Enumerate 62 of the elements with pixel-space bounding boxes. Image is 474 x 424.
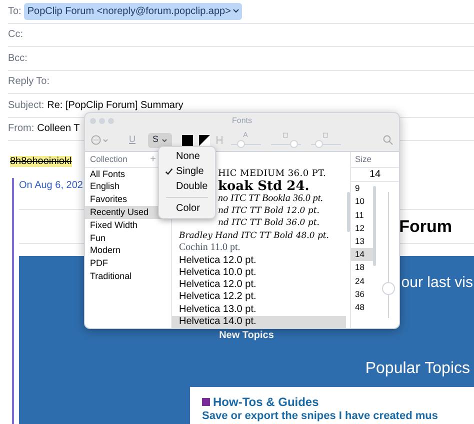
header-value: Re: [PopClip Forum] Summary xyxy=(47,98,184,113)
column-header: Size xyxy=(355,153,372,166)
shadow-icon[interactable] xyxy=(216,136,223,144)
size-item[interactable]: 36 xyxy=(351,288,373,301)
size-item[interactable]: 24 xyxy=(351,274,373,288)
section-heading: New Topics xyxy=(219,328,274,342)
toolbar-slider[interactable] xyxy=(310,140,341,148)
menu-item[interactable]: Single xyxy=(159,164,215,179)
checkmark-icon xyxy=(165,168,173,175)
size-item[interactable]: 13 xyxy=(351,234,373,248)
toolbar-slider[interactable] xyxy=(230,140,261,148)
font-list-item[interactable]: Helvetica 14.0 pt. xyxy=(172,316,346,328)
caret-icon xyxy=(162,138,167,142)
header-label: Subject: xyxy=(8,98,44,113)
category-title: How-Tos & Guides xyxy=(213,394,319,410)
header-label: Bcc: xyxy=(8,52,28,66)
recipient-token[interactable]: PopClip Forum <noreply@forum.popclip.app> xyxy=(24,2,242,20)
search-icon[interactable] xyxy=(383,135,393,145)
font-list-item[interactable]: Bradley Hand ITC TT Bold 48.0 pt. xyxy=(172,230,346,242)
collection-item[interactable]: Traditional xyxy=(85,270,171,284)
font-list-item[interactable]: Cochin 11.0 pt. xyxy=(172,242,346,254)
forum-title: Forum xyxy=(399,216,452,238)
column-header: Collection xyxy=(90,153,128,166)
font-list-item[interactable]: Helvetica 10.0 pt. xyxy=(172,266,346,279)
font-list-item[interactable]: Helvetica 12.0 pt. xyxy=(172,254,346,267)
size-item[interactable]: 10 xyxy=(351,195,373,208)
topic-link[interactable]: Save or export the snipes I have created mus xyxy=(202,410,474,422)
size-item[interactable]: 11 xyxy=(351,208,373,222)
header-value: Colleen T xyxy=(37,122,80,136)
size-item[interactable]: 12 xyxy=(351,222,373,235)
menu-item[interactable]: Double xyxy=(159,179,215,194)
header-label: From: xyxy=(8,122,34,136)
document-color-swatch[interactable] xyxy=(198,134,210,146)
font-list-item[interactable]: Helvetica 12.0 pt. xyxy=(172,278,346,292)
category-square-icon xyxy=(202,398,210,406)
font-list-item[interactable]: Helvetica 13.0 pt. xyxy=(172,303,346,316)
font-list-item[interactable]: nd ITC TT Bold 36.0 pt. xyxy=(172,218,346,230)
size-item[interactable]: 9 xyxy=(351,182,373,196)
caret-icon xyxy=(232,9,239,14)
collection-item[interactable]: PDF xyxy=(85,258,171,270)
quote-intro: On Aug 6, 202 xyxy=(19,178,83,192)
size-item[interactable]: 14 xyxy=(351,248,373,262)
collection-item[interactable]: Fixed Width xyxy=(85,219,171,232)
strikethrough-dropdown[interactable]: S xyxy=(148,132,172,148)
size-item[interactable]: 18 xyxy=(351,261,373,274)
section-heading: Popular Topics xyxy=(365,358,470,378)
menu-item[interactable]: None xyxy=(159,149,215,164)
collection-item[interactable]: Modern xyxy=(85,244,171,258)
size-item[interactable]: 48 xyxy=(351,300,373,314)
struck-text: 8h8ohooiniokl xyxy=(10,156,72,167)
toolbar-slider[interactable] xyxy=(270,140,301,148)
last-visit-text: our last vis xyxy=(401,273,473,293)
size-field[interactable]: 14 xyxy=(351,168,399,182)
header-label: Reply To: xyxy=(8,75,50,90)
caret-icon xyxy=(103,138,108,142)
header-label: Cc: xyxy=(8,28,23,42)
text-color-swatch[interactable] xyxy=(182,134,193,146)
header-label: To: xyxy=(8,4,22,19)
font-list-item[interactable]: Helvetica 12.2 pt. xyxy=(172,291,346,304)
window-title: Fonts xyxy=(230,115,253,127)
collection-item[interactable]: Fun xyxy=(85,232,171,245)
more-icon xyxy=(91,135,101,145)
